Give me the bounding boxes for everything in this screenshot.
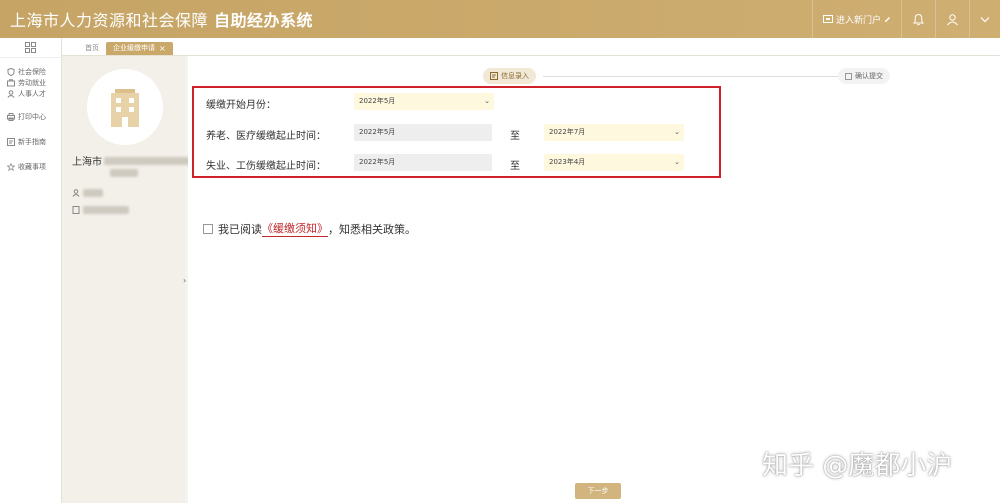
tab-bar: 首页 企业缓缴申请 × — [62, 38, 1000, 56]
tab-label: 企业缓缴申请 — [113, 44, 155, 52]
deferral-form: 缓缴开始月份： 2022年5月 ⌄ 养老、医疗缓缴起止时间： 2022年5月 至… — [192, 86, 721, 178]
redacted-text — [83, 206, 129, 214]
notification-button[interactable] — [901, 0, 935, 38]
nav-item-personnel[interactable]: 人事人才 — [0, 88, 61, 99]
nav-item-social-insurance[interactable]: 社会保险 — [0, 66, 61, 77]
portal-icon — [822, 14, 833, 23]
collapse-arrow-icon[interactable]: › — [183, 276, 186, 285]
pencil-icon — [885, 16, 890, 22]
chevron-down-icon — [980, 16, 990, 22]
start-month-label: 缓缴开始月份： — [206, 100, 276, 111]
company-name-prefix: 上海市 — [72, 157, 102, 168]
nav-item-guide[interactable]: 新手指南 — [0, 136, 61, 147]
nav-item-label: 新手指南 — [18, 137, 46, 146]
dropdown-button[interactable] — [969, 0, 1000, 38]
user-icon — [7, 89, 15, 98]
next-step-button[interactable]: 下一步 — [575, 483, 621, 499]
shield-icon — [7, 67, 15, 76]
apps-grid-button[interactable] — [0, 38, 61, 58]
agreement-checkbox[interactable] — [203, 223, 213, 234]
portal-button[interactable]: 进入新门户 — [811, 0, 901, 38]
chevron-down-icon: ⌄ — [674, 128, 680, 136]
step-info-entry: 信息录入 — [483, 68, 536, 84]
pension-from-value: 2022年5月 — [359, 128, 396, 136]
chevron-down-icon: ⌄ — [674, 158, 680, 166]
nav-item-favorites[interactable]: 收藏事项 — [0, 161, 61, 172]
pension-medical-label: 养老、医疗缓缴起止时间： — [206, 131, 326, 142]
company-avatar — [87, 69, 163, 145]
app-title-bold: 自助经办系统 — [214, 11, 314, 30]
pension-to-select[interactable]: 2022年7月 ⌄ — [544, 124, 684, 141]
unemployment-injury-row: 失业、工伤缓缴起止时间： 2022年5月 至 2023年4月 ⌄ — [194, 154, 719, 174]
user-menu-button[interactable] — [935, 0, 969, 38]
nav-item-label: 人事人才 — [18, 89, 46, 98]
user-icon — [947, 13, 958, 25]
agreement-row: 我已阅读 《缓缴须知》 ，知悉相关政策。 — [203, 220, 416, 237]
guide-icon — [7, 137, 15, 146]
nav-item-label: 打印中心 — [18, 112, 46, 121]
unemployment-injury-label: 失业、工伤缓缴起止时间： — [206, 161, 326, 172]
step-connector — [543, 76, 843, 77]
unemployment-from-field: 2022年5月 — [354, 154, 492, 171]
main-content: 信息录入 确认提交 缓缴开始月份： 2022年5月 ⌄ 养老、医疗缓缴起止时间：… — [188, 56, 1000, 503]
start-month-row: 缓缴开始月份： 2022年5月 ⌄ — [194, 93, 719, 113]
nav-item-label: 收藏事项 — [18, 162, 46, 171]
agreement-prefix: 我已阅读 — [218, 222, 262, 236]
chevron-down-icon: ⌄ — [484, 97, 490, 105]
contact-row — [72, 189, 103, 197]
start-month-value: 2022年5月 — [359, 97, 396, 105]
app-title-prefix: 上海市人力资源和社会保障 — [10, 11, 209, 30]
step-indicator: 信息录入 确认提交 — [483, 68, 898, 84]
side-nav: 社会保险 劳动就业 人事人才 打印中心 新手指南 收藏事项 — [0, 38, 62, 503]
nav-item-employment[interactable]: 劳动就业 — [0, 77, 61, 88]
unemployment-to-value: 2023年4月 — [549, 158, 586, 166]
grid-icon — [25, 42, 36, 53]
portal-label: 进入新门户 — [835, 15, 881, 26]
nav-item-label: 社会保险 — [18, 67, 46, 76]
star-icon — [7, 162, 15, 171]
confirm-icon — [845, 72, 852, 80]
nav-item-print-center[interactable]: 打印中心 — [0, 111, 61, 122]
app-header: 上海市人力资源和社会保障 自助经办系统 进入新门户 — [0, 0, 1000, 38]
building-icon — [111, 89, 139, 127]
phone-row — [72, 206, 129, 214]
redacted-text — [104, 156, 196, 165]
unemployment-to-select[interactable]: 2023年4月 ⌄ — [544, 154, 684, 171]
start-month-select[interactable]: 2022年5月 ⌄ — [354, 93, 494, 110]
form-icon — [490, 72, 498, 80]
close-icon[interactable]: × — [159, 42, 166, 55]
agreement-suffix: ，知悉相关政策。 — [328, 222, 416, 236]
pension-from-field: 2022年5月 — [354, 124, 492, 141]
printer-icon — [7, 112, 15, 121]
unemployment-from-value: 2022年5月 — [359, 158, 396, 166]
nav-item-label: 劳动就业 — [18, 78, 46, 87]
pension-to-value: 2022年7月 — [549, 128, 586, 136]
user-panel: 上海市 — [62, 56, 196, 503]
step-label: 确认提交 — [855, 72, 883, 80]
tab-enterprise-deferral[interactable]: 企业缓缴申请 × — [106, 42, 173, 55]
pension-medical-row: 养老、医疗缓缴起止时间： 2022年5月 至 2022年7月 ⌄ — [194, 124, 719, 144]
redacted-text — [83, 189, 103, 197]
phone-icon — [72, 206, 80, 214]
step-label: 信息录入 — [501, 72, 529, 80]
deferral-notice-link[interactable]: 《缓缴须知》 — [262, 220, 328, 237]
company-name: 上海市 — [72, 153, 196, 168]
step-confirm-submit: 确认提交 — [838, 68, 890, 84]
bell-icon — [912, 13, 925, 25]
person-icon — [72, 189, 80, 197]
range-separator: 至 — [510, 131, 520, 142]
briefcase-icon — [7, 78, 15, 86]
zhihu-watermark: 知乎 @魔都小沪 — [762, 451, 953, 481]
tab-home[interactable]: 首页 — [78, 42, 106, 55]
redacted-text — [110, 169, 138, 177]
range-separator: 至 — [510, 161, 520, 172]
app-title: 上海市人力资源和社会保障 自助经办系统 — [0, 7, 313, 31]
